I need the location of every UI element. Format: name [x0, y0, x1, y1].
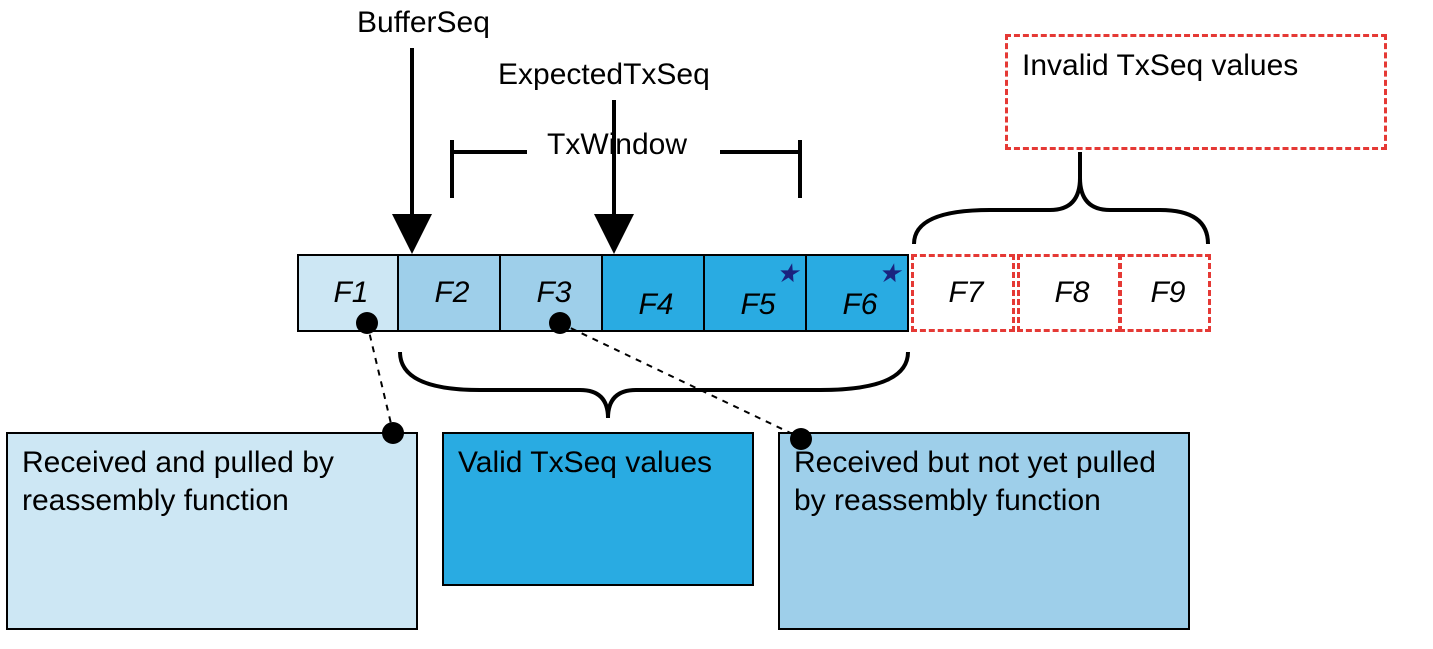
frame-f2-label: F2	[428, 276, 469, 310]
buffer-seq-label: BufferSeq	[357, 6, 490, 40]
connector-dot	[356, 312, 378, 334]
invalid-values-text: Invalid TxSeq values	[1022, 47, 1370, 85]
star-icon: ★	[872, 258, 901, 289]
frame-f1-label: F1	[327, 276, 368, 310]
frame-f8: F8	[1017, 254, 1121, 332]
frame-f7-label: F7	[942, 276, 983, 310]
valid-callout: Valid TxSeq values	[442, 432, 754, 586]
frame-f7: F7	[911, 254, 1015, 332]
not-pulled-callout-text: Received but not yet pulled by reassembl…	[794, 444, 1174, 519]
connector-dot	[382, 422, 404, 444]
frame-f5: F5 ★	[703, 254, 807, 332]
frame-f2: F2	[397, 254, 501, 332]
frame-f6: F6 ★	[805, 254, 909, 332]
frame-f3-label: F3	[530, 276, 571, 310]
star-icon: ★	[770, 258, 799, 289]
frame-f1: F1	[297, 254, 399, 332]
pulled-callout: Received and pulled by reassembly functi…	[6, 432, 418, 630]
frame-f6-label: F6	[836, 288, 877, 322]
frame-f4-label: F4	[632, 288, 673, 322]
frame-f5-label: F5	[734, 288, 775, 322]
pulled-callout-text: Received and pulled by reassembly functi…	[22, 444, 402, 519]
frame-f8-label: F8	[1048, 276, 1089, 310]
valid-callout-text: Valid TxSeq values	[458, 444, 738, 482]
expected-txseq-label: ExpectedTxSeq	[498, 58, 710, 92]
connector-dot	[790, 428, 812, 450]
frame-f9: F9	[1119, 254, 1211, 332]
connector-dot	[549, 312, 571, 334]
invalid-values-callout: Invalid TxSeq values	[1005, 34, 1387, 150]
frame-f9-label: F9	[1144, 276, 1185, 310]
frame-f4: F4	[601, 254, 705, 332]
diagram-stage: BufferSeq ExpectedTxSeq TxWindow Invalid…	[0, 0, 1433, 649]
tx-window-label: TxWindow	[547, 128, 687, 162]
not-pulled-callout: Received but not yet pulled by reassembl…	[778, 432, 1190, 630]
